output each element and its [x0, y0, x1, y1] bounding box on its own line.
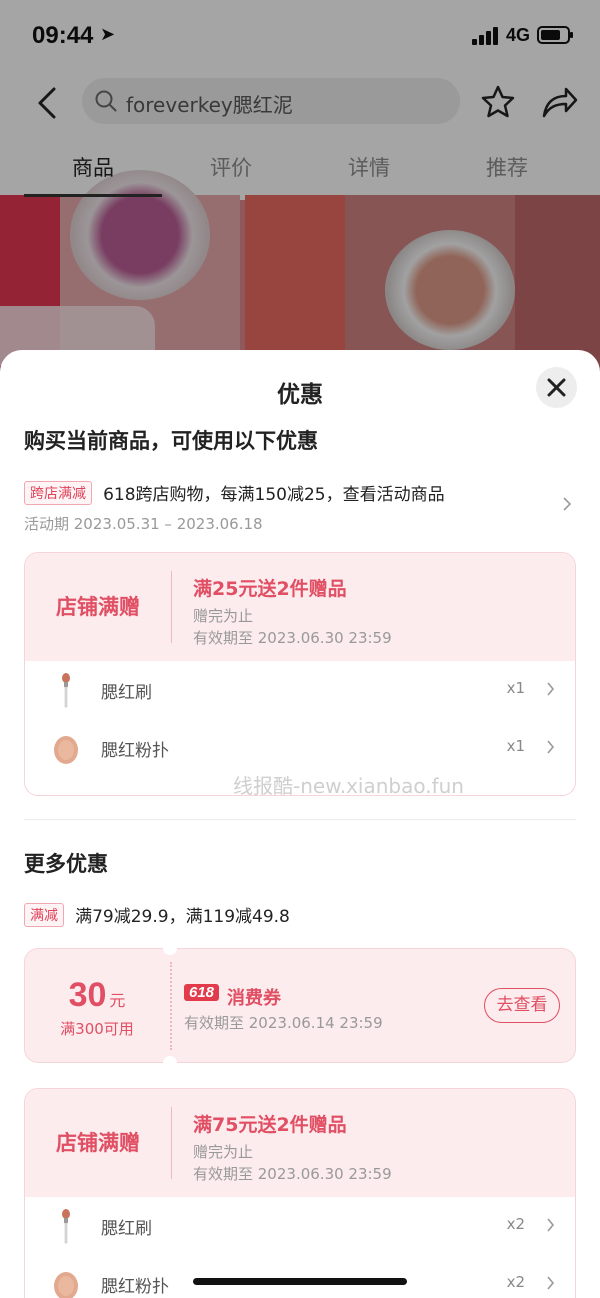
- brush-icon: [62, 1209, 70, 1244]
- cross-store-promo[interactable]: 跨店满减 618跨店购物，每满150减25，查看活动商品 活动期 2023.05…: [24, 480, 580, 534]
- coupon-card: 30 元 满300可用 618 消费券 有效期至 2023.06.14 23:59…: [24, 941, 576, 1070]
- gift-item-qty: x1: [506, 737, 525, 755]
- cross-store-text: 618跨店购物，每满150减25，查看活动商品: [103, 485, 445, 505]
- gift-item-qty: x2: [506, 1215, 525, 1233]
- sheet-title: 优惠: [277, 382, 323, 408]
- cross-store-period: 活动期 2023.05.31 – 2023.06.18: [24, 515, 263, 533]
- chevron-right-icon: [547, 1218, 555, 1232]
- coupon-divider: [170, 962, 172, 1050]
- coupon-notch: [163, 1056, 177, 1070]
- puff-icon: [54, 736, 78, 764]
- cross-store-tag: 跨店满减: [24, 480, 92, 505]
- divider: [171, 571, 172, 643]
- section-divider: [24, 819, 576, 820]
- gift-headline: 满75元送2件赠品: [193, 1114, 347, 1136]
- coupon-notch: [163, 941, 177, 955]
- section-title-current: 购买当前商品，可使用以下优惠: [24, 429, 318, 453]
- gift-status: 赠完为止: [193, 607, 254, 625]
- discount-tag: 满减: [24, 902, 64, 927]
- section-title-more: 更多优惠: [24, 852, 108, 876]
- discount-promo: 满减 满79减29.9，满119减49.8: [24, 902, 580, 927]
- gift-status: 赠完为止: [193, 1143, 254, 1161]
- gift-item[interactable]: 腮红刷 x2: [25, 1197, 575, 1255]
- watermark: 线报酷-new.xianbao.fun: [233, 774, 464, 798]
- coupon-type: 消费券: [227, 988, 281, 1009]
- chevron-right-icon: [563, 497, 572, 511]
- gift-headline: 满25元送2件赠品: [193, 578, 347, 600]
- gift-item-qty: x1: [506, 679, 525, 697]
- gift-validity: 有效期至 2023.06.30 23:59: [193, 1165, 392, 1183]
- gift-item-name: 腮红刷: [101, 683, 152, 703]
- discount-text: 满79减29.9，满119减49.8: [75, 907, 290, 927]
- gift-item[interactable]: 腮红粉扑 x2: [25, 1255, 575, 1298]
- gift-card-header: 店铺满赠 满25元送2件赠品 赠完为止 有效期至 2023.06.30 23:5…: [25, 553, 575, 661]
- coupon-amount: 30 元: [24, 976, 170, 1015]
- coupon-condition: 满300可用: [60, 1020, 134, 1038]
- coupon-amount-value: 30: [68, 976, 107, 1014]
- gift-card-header: 店铺满赠 满75元送2件赠品 赠完为止 有效期至 2023.06.30 23:5…: [25, 1089, 575, 1197]
- gift-item[interactable]: 腮红刷 x1: [25, 661, 575, 719]
- coupon-amount-unit: 元: [109, 991, 126, 1010]
- gift-validity: 有效期至 2023.06.30 23:59: [193, 629, 392, 647]
- gift-item-name: 腮红刷: [101, 1219, 152, 1239]
- chevron-right-icon: [547, 682, 555, 696]
- chevron-right-icon: [547, 1276, 555, 1290]
- close-icon: [547, 378, 566, 397]
- view-coupon-button[interactable]: 去查看: [484, 988, 560, 1023]
- gift-item[interactable]: 腮红粉扑 x1: [25, 719, 575, 777]
- brush-icon: [62, 673, 70, 708]
- gift-item-qty: x2: [506, 1273, 525, 1291]
- store-gift-card: 店铺满赠 满25元送2件赠品 赠完为止 有效期至 2023.06.30 23:5…: [24, 552, 576, 796]
- gift-card-label: 店铺满赠: [56, 1131, 140, 1155]
- coupon-618-badge: 618: [184, 984, 220, 1001]
- coupon-validity: 有效期至 2023.06.14 23:59: [184, 1014, 383, 1032]
- gift-card-label: 店铺满赠: [56, 595, 140, 619]
- home-indicator[interactable]: [193, 1278, 407, 1285]
- chevron-right-icon: [547, 740, 555, 754]
- gift-item-name: 腮红粉扑: [101, 1277, 169, 1297]
- puff-icon: [54, 1272, 78, 1298]
- store-gift-card: 店铺满赠 满75元送2件赠品 赠完为止 有效期至 2023.06.30 23:5…: [24, 1088, 576, 1298]
- gift-item-name: 腮红粉扑: [101, 741, 169, 761]
- close-button[interactable]: [536, 367, 577, 408]
- promotions-sheet: 优惠 购买当前商品，可使用以下优惠 跨店满减 618跨店购物，每满150减25，…: [0, 350, 600, 1298]
- divider: [171, 1107, 172, 1179]
